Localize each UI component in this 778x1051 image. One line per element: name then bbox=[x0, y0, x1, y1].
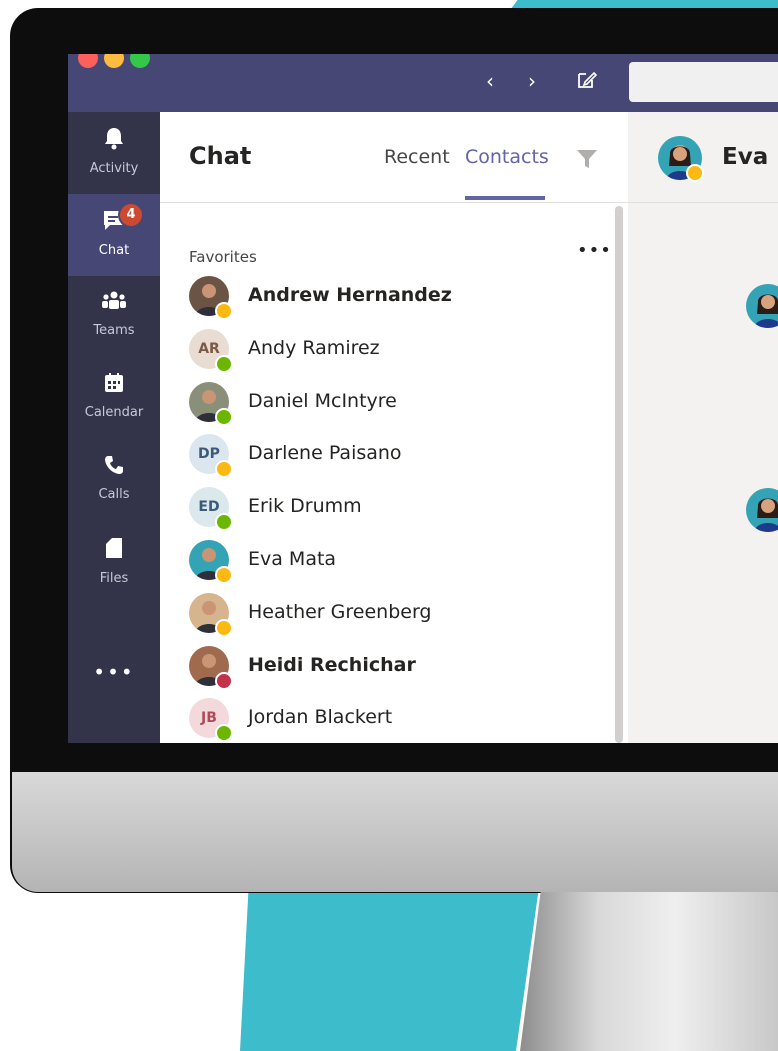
unread-count-badge: 4 bbox=[118, 202, 144, 228]
bell-icon bbox=[68, 126, 160, 157]
conversation-header: Eva M bbox=[628, 112, 778, 203]
contact-item[interactable]: AR Andy Ramirez bbox=[189, 328, 599, 373]
contact-item[interactable]: Andrew Hernandez bbox=[189, 276, 599, 320]
presence-available-icon bbox=[215, 724, 233, 743]
rail-label: Activity bbox=[89, 161, 139, 176]
contact-name: Eva Mata bbox=[248, 548, 337, 570]
teams-icon bbox=[68, 290, 160, 319]
contact-item[interactable]: Heather Greenberg bbox=[189, 592, 599, 637]
presence-away-icon bbox=[215, 618, 233, 637]
rail-item-chat[interactable]: Chat 4 bbox=[68, 194, 160, 276]
compose-icon[interactable] bbox=[576, 68, 598, 96]
presence-available-icon bbox=[215, 354, 233, 373]
presence-away-icon bbox=[686, 164, 704, 182]
scrollbar[interactable] bbox=[615, 206, 623, 743]
chat-icon bbox=[68, 208, 160, 239]
presence-away-icon bbox=[215, 460, 233, 479]
phone-icon bbox=[68, 454, 160, 483]
tab-contacts[interactable]: Contacts bbox=[465, 146, 549, 168]
contact-item[interactable]: JB Jordan Blackert bbox=[189, 698, 599, 743]
forward-icon[interactable]: › bbox=[528, 68, 536, 94]
title-bar: ‹ › bbox=[68, 54, 778, 112]
active-tab-indicator bbox=[465, 196, 545, 200]
rail-label: Calendar bbox=[84, 405, 144, 420]
contact-name: Heidi Rechichar bbox=[248, 653, 416, 676]
file-icon bbox=[68, 536, 160, 567]
teams-app-window: ‹ › Activity Chat 4 Teams Calendar Calls… bbox=[68, 54, 778, 743]
contact-item[interactable]: ED Erik Drumm bbox=[189, 487, 599, 532]
tab-recent[interactable]: Recent bbox=[384, 146, 450, 168]
rail-label: Calls bbox=[98, 487, 130, 502]
rail-label: Files bbox=[99, 571, 129, 586]
message-avatar bbox=[746, 284, 778, 328]
rail-label: Teams bbox=[93, 323, 135, 338]
app-rail: Activity Chat 4 Teams Calendar Calls Fil… bbox=[68, 112, 160, 743]
contact-name: Jordan Blackert bbox=[248, 706, 393, 729]
back-icon[interactable]: ‹ bbox=[486, 68, 494, 94]
message-avatar bbox=[746, 488, 778, 532]
conversation-pane: Eva M bbox=[628, 112, 778, 743]
calendar-icon bbox=[68, 372, 160, 401]
contact-name: Heather Greenberg bbox=[248, 600, 432, 623]
monitor-chin bbox=[12, 772, 778, 892]
conversation-title: Eva M bbox=[722, 144, 778, 170]
contact-name: Andy Ramirez bbox=[248, 336, 380, 359]
contact-name: Andrew Hernandez bbox=[248, 284, 452, 306]
search-input[interactable] bbox=[629, 62, 778, 102]
rail-item-activity[interactable]: Activity bbox=[68, 112, 160, 194]
presence-available-icon bbox=[215, 513, 233, 532]
contact-item[interactable]: Daniel McIntyre bbox=[189, 381, 599, 426]
more-apps-button[interactable]: ••• bbox=[68, 660, 160, 684]
contact-item[interactable]: Heidi Rechichar bbox=[189, 645, 599, 690]
maximize-window-button[interactable] bbox=[130, 54, 150, 68]
chat-list-panel: Chat Recent Contacts Favorites ••• Andre… bbox=[160, 112, 628, 743]
minimize-window-button[interactable] bbox=[104, 54, 124, 68]
contact-item[interactable]: DP Darlene Paisano bbox=[189, 434, 599, 479]
presence-away-icon bbox=[215, 566, 233, 584]
contact-name: Daniel McIntyre bbox=[248, 389, 397, 412]
page-title: Chat bbox=[189, 142, 252, 170]
chat-list-header: Chat Recent Contacts bbox=[160, 112, 628, 203]
rail-item-calendar[interactable]: Calendar bbox=[68, 358, 160, 440]
contact-name: Erik Drumm bbox=[248, 495, 362, 518]
rail-label: Chat bbox=[98, 243, 130, 258]
favorites-heading: Favorites bbox=[189, 248, 257, 266]
filter-icon[interactable] bbox=[576, 148, 598, 170]
decorative-teal-shape bbox=[240, 880, 540, 1051]
more-options-button[interactable]: ••• bbox=[577, 240, 612, 261]
contact-name: Darlene Paisano bbox=[248, 442, 402, 465]
contact-item[interactable]: Eva Mata bbox=[189, 540, 599, 584]
monitor-stand bbox=[520, 892, 778, 1051]
close-window-button[interactable] bbox=[78, 54, 98, 68]
rail-item-calls[interactable]: Calls bbox=[68, 440, 160, 522]
rail-item-files[interactable]: Files bbox=[68, 522, 160, 604]
presence-away-icon bbox=[215, 302, 233, 320]
rail-item-teams[interactable]: Teams bbox=[68, 276, 160, 358]
presence-busy-icon bbox=[215, 671, 233, 690]
presence-available-icon bbox=[215, 407, 233, 426]
